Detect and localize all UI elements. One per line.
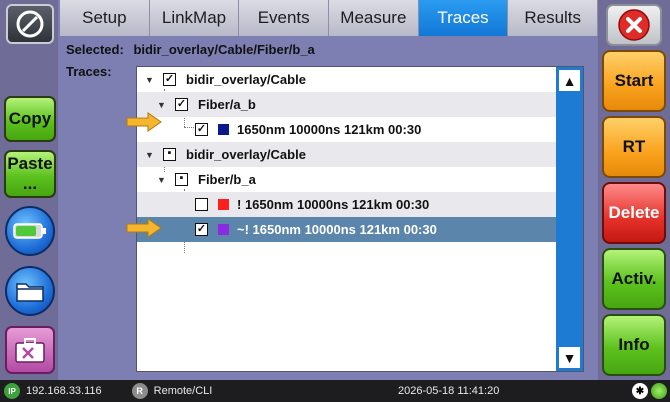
collapse-triangle-icon[interactable]: ▼ [157,175,167,185]
tree-row-selected[interactable]: ✓ ~! 1650nm 10000ns 121km 00:30 [137,217,557,242]
collapse-triangle-icon[interactable]: ▼ [145,150,155,160]
tree-row[interactable]: ▼ ✓ bidir_overlay/Cable [137,67,557,92]
battery-icon [13,223,46,239]
trace-color-swatch [218,124,229,135]
traces-tree: ▼ ✓ bidir_overlay/Cable ▼ ✓ Fiber/a_b ✓ … [136,66,584,372]
home-button[interactable] [6,4,54,44]
vertical-scrollbar[interactable]: ▲ ▼ [556,67,583,371]
clock: 2026-05-18 11:41:20 [398,385,500,397]
folder-icon [16,283,44,302]
tree-row-label: 1650nm 10000ns 121km 00:30 [237,122,422,137]
checkbox-checked-icon[interactable]: ✓ [195,123,208,136]
tools-button[interactable] [5,326,55,374]
ip-icon: IP [4,383,20,399]
tab-results[interactable]: Results [508,0,599,36]
bluetooth-icon[interactable]: ✱ [632,383,648,399]
tab-bar: Setup LinkMap Events Measure Traces Resu… [60,0,599,36]
copy-button[interactable]: Copy [4,96,56,142]
right-toolbar: Start RT Delete Activ. Info [598,0,670,380]
tab-setup[interactable]: Setup [60,0,150,36]
close-icon [618,9,650,41]
scroll-down-button[interactable]: ▼ [559,347,580,368]
start-button[interactable]: Start [602,50,666,112]
tree-row-label: ! 1650nm 10000ns 121km 00:30 [237,197,430,212]
traces-panel: Selected: bidir_overlay/Cable/Fiber/b_a … [60,36,598,380]
remote-icon: R [131,383,148,399]
info-button[interactable]: Info [602,314,666,376]
toolbox-icon [15,338,45,363]
tree-row-label: Fiber/b_a [198,172,256,187]
pointer-arrow-icon [126,218,162,238]
tree-row[interactable]: ! 1650nm 10000ns 121km 00:30 [137,192,557,217]
selected-label: Selected: [66,42,124,57]
scroll-up-button[interactable]: ▲ [559,70,580,91]
tree-row-label: bidir_overlay/Cable [186,72,306,87]
trace-color-swatch [218,224,229,235]
trace-color-swatch [218,199,229,210]
pointer-arrow-icon [126,112,162,132]
tab-events[interactable]: Events [239,0,330,36]
folder-button[interactable] [5,266,55,316]
tab-traces[interactable]: Traces [418,0,509,36]
rt-button[interactable]: RT [602,116,666,178]
selected-value: bidir_overlay/Cable/Fiber/b_a [133,42,315,57]
tab-linkmap[interactable]: LinkMap [149,0,240,36]
checkbox-checked-icon[interactable]: ✓ [163,73,176,86]
battery-button[interactable] [5,206,55,256]
selected-path: Selected: bidir_overlay/Cable/Fiber/b_a [66,42,315,57]
collapse-triangle-icon[interactable]: ▼ [145,75,155,85]
delete-button[interactable]: Delete [602,182,666,244]
status-bar: IP 192.168.33.116 R Remote/CLI 2026-05-1… [0,380,670,402]
home-icon [16,10,44,38]
activ-button[interactable]: Activ. [602,248,666,310]
tree-row[interactable]: ✓ 1650nm 10000ns 121km 00:30 [137,117,557,142]
tree-row-label: bidir_overlay/Cable [186,147,306,162]
power-icon [651,383,667,399]
tree-row[interactable]: ▼ ▪ Fiber/b_a [137,167,557,192]
remote-status: Remote/CLI [153,385,213,397]
checkbox-checked-icon[interactable]: ✓ [195,223,208,236]
tree-row-label: Fiber/a_b [198,97,256,112]
paste-button[interactable]: Paste ... [4,150,56,198]
checkbox-unchecked-icon[interactable] [195,198,208,211]
tree-row-label: ~! 1650nm 10000ns 121km 00:30 [237,222,437,237]
checkbox-checked-icon[interactable]: ✓ [175,98,188,111]
left-toolbar: Copy Paste ... [0,0,58,380]
ip-address: 192.168.33.116 [26,385,102,397]
checkbox-partial-icon[interactable]: ▪ [163,148,176,161]
tab-measure[interactable]: Measure [329,0,419,36]
checkbox-partial-icon[interactable]: ▪ [175,173,188,186]
tree-row[interactable]: ▼ ✓ Fiber/a_b [137,92,557,117]
close-button[interactable] [606,4,662,46]
collapse-triangle-icon[interactable]: ▼ [157,100,167,110]
traces-label: Traces: [66,64,112,79]
tree-row[interactable]: ▼ ▪ bidir_overlay/Cable [137,142,557,167]
